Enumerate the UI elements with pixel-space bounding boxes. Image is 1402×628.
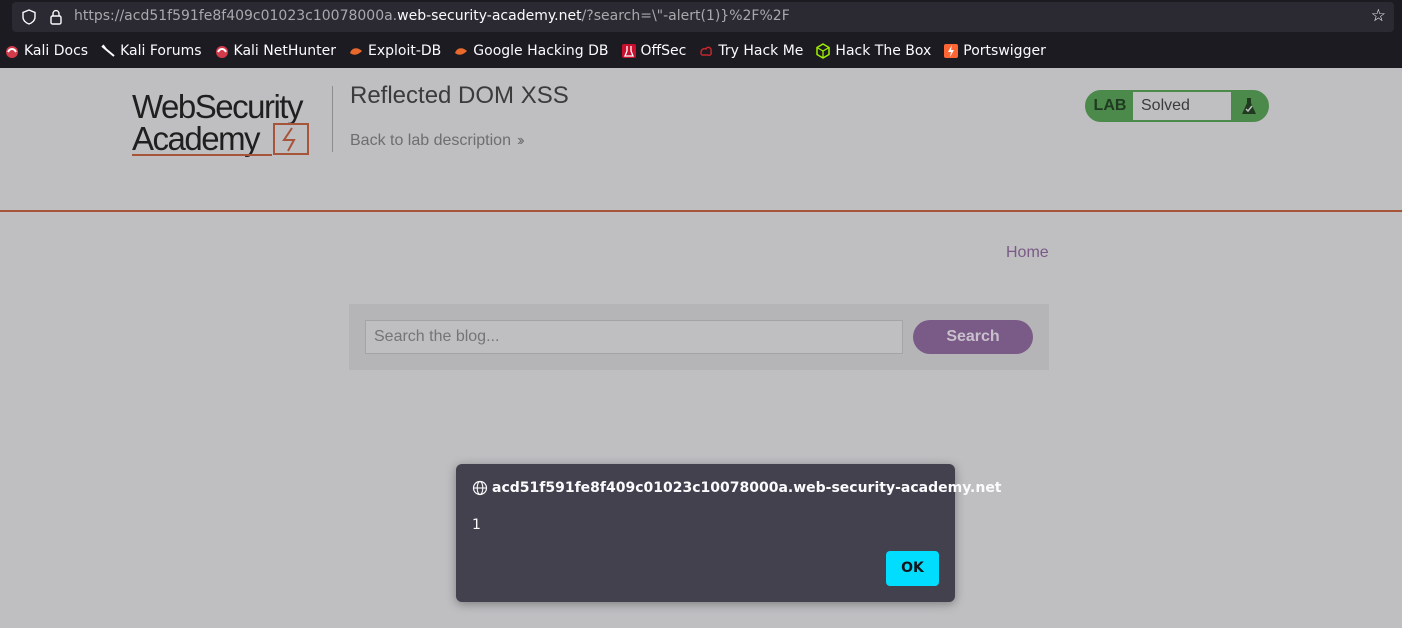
bookmark-kali-nethunter[interactable]: Kali NetHunter bbox=[214, 43, 336, 59]
kali-dragon-icon bbox=[215, 46, 228, 58]
bookmark-star-icon[interactable]: ☆ bbox=[1371, 7, 1386, 25]
bookmark-try-hack-me[interactable]: Try Hack Me bbox=[698, 43, 803, 59]
bookmark-kali-forums[interactable]: Kali Forums bbox=[100, 43, 202, 59]
header-divider bbox=[0, 210, 1402, 212]
dialog-origin: acd51f591fe8f409c01023c10078000a.web-sec… bbox=[472, 480, 1002, 496]
dialog-origin-text: acd51f591fe8f409c01023c10078000a.web-sec… bbox=[492, 480, 1002, 496]
lab-status-widget: LAB Solved bbox=[1085, 90, 1269, 122]
url-text[interactable]: https://acd51f591fe8f409c01023c10078000a… bbox=[74, 8, 790, 24]
search-button[interactable]: Search bbox=[913, 320, 1033, 354]
browser-chrome: https://acd51f591fe8f409c01023c10078000a… bbox=[0, 0, 1402, 68]
bookmark-label: Kali Docs bbox=[24, 43, 89, 59]
globe-icon bbox=[472, 480, 488, 496]
logo-divider bbox=[332, 86, 333, 152]
lab-badge: LAB bbox=[1093, 97, 1127, 114]
home-link[interactable]: Home bbox=[1006, 244, 1049, 262]
flask-icon bbox=[1231, 92, 1267, 120]
exploitdb-icon bbox=[349, 48, 362, 55]
bookmarks-toolbar: Kali Docs Kali Forums Kali NetHunter Exp… bbox=[0, 38, 1054, 64]
shield-icon[interactable] bbox=[21, 9, 37, 25]
tryhackme-icon bbox=[700, 46, 713, 56]
svg-text:Academy: Academy bbox=[132, 120, 261, 157]
double-chevron-right-icon: ›› bbox=[516, 132, 524, 149]
offsec-icon bbox=[621, 44, 636, 58]
lock-icon[interactable] bbox=[48, 9, 64, 25]
bookmark-label: Hack The Box bbox=[835, 43, 932, 59]
bookmark-google-hacking-db[interactable]: Google Hacking DB bbox=[453, 43, 609, 59]
kali-dragon-icon bbox=[6, 46, 18, 58]
web-security-academy-logo[interactable]: WebSecurity Academy bbox=[132, 88, 332, 160]
portswigger-icon bbox=[944, 44, 959, 58]
ok-button[interactable]: OK bbox=[886, 551, 939, 586]
bookmark-offsec[interactable]: OffSec bbox=[621, 43, 687, 59]
bookmark-kali-docs[interactable]: Kali Docs bbox=[4, 43, 88, 59]
search-input[interactable] bbox=[365, 320, 903, 354]
bookmark-exploit-db[interactable]: Exploit-DB bbox=[348, 43, 441, 59]
bookmark-hack-the-box[interactable]: Hack The Box bbox=[815, 43, 931, 59]
bookmark-label: Portswigger bbox=[963, 43, 1046, 59]
back-link-label: Back to lab description bbox=[350, 132, 511, 149]
bookmark-label: Exploit-DB bbox=[367, 43, 442, 59]
hackthebox-icon bbox=[816, 43, 831, 59]
back-to-lab-link[interactable]: Back to lab description ›› bbox=[350, 132, 524, 150]
exploitdb-icon bbox=[455, 48, 468, 55]
bookmark-label: Try Hack Me bbox=[718, 43, 804, 59]
dialog-message: 1 bbox=[472, 517, 481, 533]
kali-forums-icon bbox=[101, 44, 115, 57]
bookmark-label: Google Hacking DB bbox=[473, 43, 609, 59]
status-text: Solved bbox=[1133, 92, 1231, 120]
bookmark-label: Kali Forums bbox=[120, 43, 202, 59]
lab-title: Reflected DOM XSS bbox=[350, 82, 569, 109]
alert-dialog: acd51f591fe8f409c01023c10078000a.web-sec… bbox=[456, 464, 1002, 602]
bookmark-portswigger[interactable]: Portswigger bbox=[943, 43, 1046, 59]
url-bar[interactable]: https://acd51f591fe8f409c01023c10078000a… bbox=[12, 2, 1394, 32]
search-section: Search bbox=[349, 304, 1049, 370]
bookmark-label: Kali NetHunter bbox=[233, 43, 336, 59]
bookmark-label: OffSec bbox=[640, 43, 687, 59]
